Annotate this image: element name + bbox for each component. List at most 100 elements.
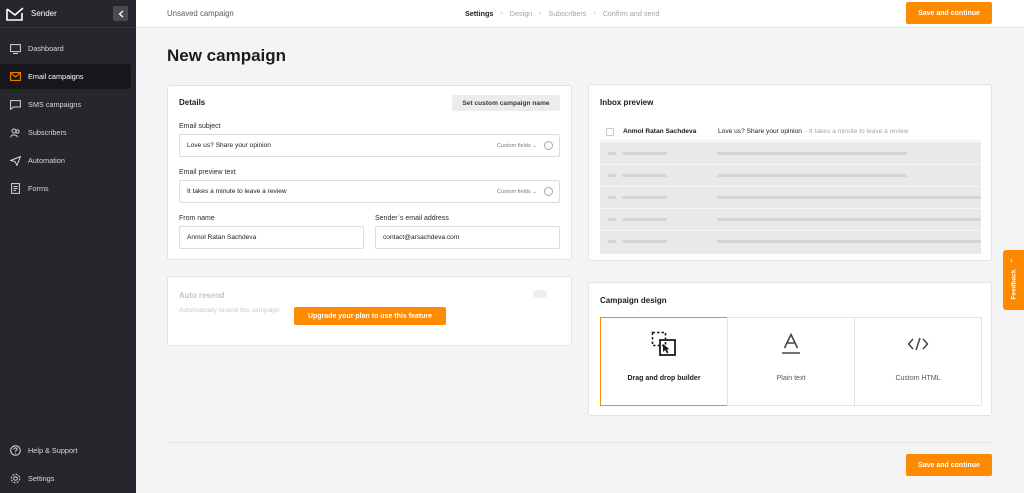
placeholder-row-divider (600, 164, 981, 165)
help-icon (9, 445, 21, 457)
footer-divider (167, 442, 993, 443)
placeholder-bar (717, 240, 981, 243)
placeholder-bar (622, 240, 667, 243)
details-title: Details (179, 98, 206, 107)
emoji-icon[interactable] (544, 187, 553, 196)
users-icon (9, 127, 21, 139)
sender-email-field[interactable]: contact@arsachdeva.com (375, 226, 560, 249)
placeholder-row-divider (600, 230, 981, 231)
code-icon (905, 331, 931, 357)
auto-resend-card: Auto resend Automatically resend this ca… (167, 276, 572, 346)
auto-resend-description: Automatically resend this campaign (179, 307, 280, 314)
sidebar-item-label: Settings (28, 474, 55, 483)
placeholder-bar (717, 196, 981, 199)
auto-resend-toggle (533, 290, 547, 298)
logo-text: Sender (31, 9, 57, 18)
sidebar-nav: Dashboard Email campaigns SMS campaigns … (0, 28, 136, 201)
custom-fields-dropdown[interactable]: Custom fields ⌄ (497, 189, 537, 195)
from-name-value: Anmol Ratan Sachdeva (187, 234, 257, 241)
placeholder-bar (622, 218, 667, 221)
placeholder-bar (717, 152, 907, 155)
placeholder-bar (717, 218, 981, 221)
design-option-label: Custom HTML (895, 375, 941, 382)
gear-icon (9, 473, 21, 485)
sidebar-item-label: Dashboard (28, 44, 64, 53)
preview-text-value: It takes a minute to leave a review (187, 188, 287, 195)
sidebar: Sender Dashboard Email campaigns SMS cam… (0, 0, 136, 493)
custom-fields-dropdown[interactable]: Custom fields ⌄ (497, 143, 537, 149)
feedback-tab[interactable]: › Feedback (1003, 250, 1024, 310)
subject-label: Email subject (179, 123, 221, 130)
campaign-design-card: Campaign design Drag and drop builder Pl… (588, 282, 992, 416)
sender-email-value: contact@arsachdeva.com (383, 234, 460, 241)
preview-subject: Love us? Share your opinion (718, 128, 802, 135)
design-option-label: Drag and drop builder (627, 375, 701, 382)
sidebar-item-settings[interactable]: Settings (0, 465, 131, 492)
envelope-icon (9, 71, 21, 83)
set-custom-name-button[interactable]: Set custom campaign name (452, 95, 560, 111)
sidebar-item-label: SMS campaigns (28, 100, 82, 109)
subject-value: Love us? Share your opinion (187, 142, 271, 149)
step-settings[interactable]: Settings (465, 9, 493, 18)
sidebar-bottom-nav: Help & Support Settings (0, 437, 136, 493)
collapse-sidebar-button[interactable] (113, 6, 128, 21)
sidebar-item-forms[interactable]: Forms (0, 176, 131, 201)
campaign-design-title: Campaign design (600, 296, 667, 305)
save-continue-button[interactable]: Save and continue (906, 2, 992, 24)
placeholder-bar (717, 174, 907, 177)
campaign-status: Unsaved campaign (167, 9, 234, 18)
inbox-preview-row: Anmol Ratan Sachdeva Love us? Share your… (600, 123, 981, 141)
placeholder-bar (608, 240, 616, 243)
placeholder-bar (622, 174, 667, 177)
design-option-plain-text[interactable]: Plain text (727, 317, 855, 406)
text-a-icon (778, 331, 804, 357)
subject-field[interactable]: Love us? Share your opinion Custom field… (179, 134, 560, 157)
emoji-icon[interactable] (544, 141, 553, 150)
placeholder-bar (622, 152, 667, 155)
placeholder-row-divider (600, 208, 981, 209)
step-subscribers[interactable]: Subscribers (548, 9, 586, 18)
save-continue-button-bottom[interactable]: Save and continue (906, 454, 992, 476)
sidebar-item-automation[interactable]: Automation (0, 148, 131, 173)
placeholder-bar (608, 152, 616, 155)
sidebar-item-dashboard[interactable]: Dashboard (0, 36, 131, 61)
feedback-label: Feedback (1010, 269, 1018, 300)
preview-text-label: Email preview text (179, 169, 236, 176)
chevron-right-icon: › (593, 10, 596, 17)
upgrade-plan-button[interactable]: Upgrade your plan to use this feature (294, 307, 446, 325)
sidebar-item-label: Automation (28, 156, 65, 165)
chevron-left-icon (118, 10, 123, 17)
placeholder-row-divider (600, 186, 981, 187)
sidebar-item-help[interactable]: Help & Support (0, 437, 131, 464)
sidebar-header: Sender (0, 0, 136, 28)
form-icon (9, 183, 21, 195)
chevron-right-icon: › (500, 10, 503, 17)
preview-sender: Anmol Ratan Sachdeva (623, 128, 697, 135)
top-bar: Unsaved campaign Settings › Design › Sub… (136, 0, 1024, 28)
sidebar-item-subscribers[interactable]: Subscribers (0, 120, 131, 145)
dashboard-icon (9, 43, 21, 55)
step-design[interactable]: Design (510, 9, 532, 18)
sidebar-item-sms-campaigns[interactable]: SMS campaigns (0, 92, 131, 117)
design-option-custom-html[interactable]: Custom HTML (854, 317, 982, 406)
sender-email-label: Sender`s email address (375, 215, 449, 222)
placeholder-bar (608, 174, 616, 177)
design-option-label: Plain text (776, 375, 806, 382)
sidebar-item-email-campaigns[interactable]: Email campaigns (0, 64, 131, 89)
design-option-drag-drop[interactable]: Drag and drop builder (600, 317, 728, 406)
chevron-right-icon: › (1010, 256, 1013, 265)
wizard-steps: Settings › Design › Subscribers › Confir… (465, 9, 659, 18)
inbox-preview-title: Inbox preview (600, 98, 654, 107)
placeholder-bar (608, 218, 616, 221)
sidebar-item-label: Forms (28, 184, 49, 193)
sender-logo-icon (6, 6, 24, 21)
auto-resend-title: Auto resend (179, 291, 225, 300)
chat-icon (9, 99, 21, 111)
placeholder-bar (622, 196, 667, 199)
from-name-field[interactable]: Anmol Ratan Sachdeva (179, 226, 364, 249)
step-confirm-send[interactable]: Confirm and send (603, 9, 660, 18)
row-checkbox (606, 127, 614, 136)
from-name-label: From name (179, 215, 215, 222)
sidebar-item-label: Subscribers (28, 128, 67, 137)
preview-text-field[interactable]: It takes a minute to leave a review Cust… (179, 180, 560, 203)
